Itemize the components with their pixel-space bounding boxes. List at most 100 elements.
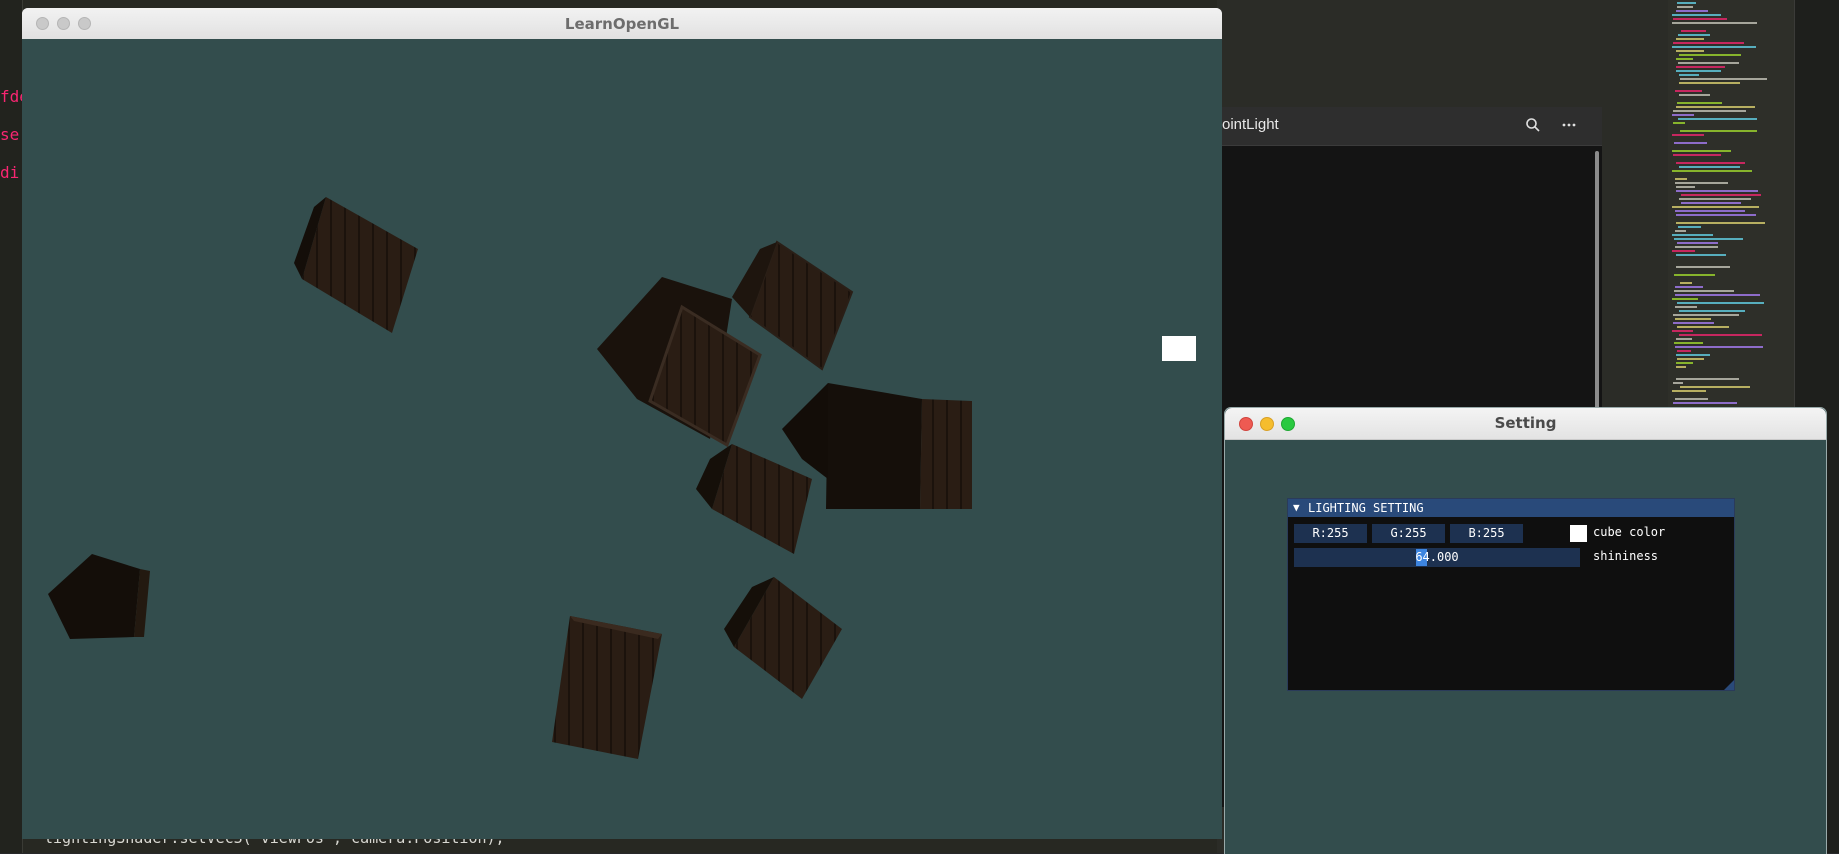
shininess-slider[interactable]: 64.000	[1294, 548, 1580, 567]
lighting-setting-header[interactable]: ▼ LIGHTING SETTING	[1288, 499, 1734, 517]
minimap-line	[1677, 102, 1722, 104]
lighting-setting-panel: ▼ LIGHTING SETTING R:255 G:255 B:255 cub…	[1287, 498, 1735, 691]
minimap-line	[1676, 354, 1710, 356]
minimap-line	[1679, 310, 1745, 312]
minimap-line	[1676, 50, 1704, 52]
minimap-line	[1673, 322, 1714, 324]
search-icon[interactable]	[1524, 117, 1542, 135]
minimap-line	[1672, 234, 1713, 236]
minimap-line	[1675, 398, 1708, 400]
minimap-line	[1675, 182, 1728, 184]
minimap-line	[1672, 330, 1693, 332]
minimap-line	[1676, 214, 1756, 216]
minimap-line	[1680, 386, 1750, 388]
minimap-line	[1678, 34, 1710, 36]
minimap-line	[1672, 150, 1731, 152]
minimap-line	[1678, 118, 1757, 120]
minimap-line	[1675, 346, 1763, 348]
minimap-line	[1679, 166, 1740, 168]
minimap-line	[1672, 390, 1706, 392]
minimap-line	[1675, 286, 1703, 288]
minimap-line	[1679, 198, 1751, 200]
minimap-line	[1681, 30, 1706, 32]
minimap-line	[1676, 38, 1704, 40]
minimap-line	[1675, 178, 1687, 180]
minimap-line	[1677, 358, 1704, 360]
setting-titlebar[interactable]: Setting	[1225, 408, 1826, 440]
minimap-line	[1674, 290, 1734, 292]
minimap-line	[1676, 162, 1745, 164]
minimap-line	[1676, 366, 1686, 368]
minimap-line	[1676, 190, 1758, 192]
minimap-line	[1677, 242, 1718, 244]
minimap-line	[1675, 306, 1697, 308]
shininess-value: 64.000	[1415, 550, 1459, 564]
minimap-line	[1676, 362, 1693, 364]
minimap-line	[1675, 230, 1686, 232]
minimap-line	[1680, 78, 1767, 80]
minimap-line	[1677, 302, 1764, 304]
minimap-line	[1679, 82, 1740, 84]
minimap-line	[1679, 334, 1762, 336]
cube-color-swatch[interactable]	[1570, 525, 1587, 542]
minimap-line	[1676, 58, 1693, 60]
minimap-line	[1676, 106, 1755, 108]
pointlight-title: ointLight	[1222, 116, 1279, 133]
crate-cube	[552, 616, 662, 759]
crate-cube	[696, 444, 812, 554]
minimap-line	[1676, 266, 1730, 268]
red-input[interactable]: R:255	[1294, 524, 1367, 543]
minimap-line	[1674, 274, 1715, 276]
setting-title: Setting	[1494, 414, 1557, 432]
minimap-line	[1672, 250, 1695, 252]
minimap-line	[1676, 378, 1739, 380]
minimap-line	[1678, 62, 1739, 64]
minimap-line	[1673, 122, 1685, 124]
minimap-line	[1676, 70, 1721, 72]
crate-cube	[724, 577, 842, 699]
minimap-line	[1672, 206, 1759, 208]
minimap-line	[1676, 186, 1695, 188]
minimap-line	[1672, 170, 1752, 172]
blue-input[interactable]: B:255	[1450, 524, 1523, 543]
minimap-line	[1675, 210, 1745, 212]
crate-cube	[597, 277, 762, 448]
minimap-line	[1680, 130, 1757, 132]
minimap-line	[1675, 318, 1711, 320]
crate-cube	[782, 383, 972, 509]
minimap-line	[1673, 42, 1744, 44]
minimap-line	[1676, 10, 1708, 12]
minimap-line	[1672, 22, 1757, 24]
crate-cube	[294, 197, 418, 333]
minimap-line	[1675, 294, 1760, 296]
minimap-line	[1672, 134, 1704, 136]
minimap-line	[1673, 110, 1746, 112]
more-icon[interactable]	[1560, 117, 1578, 135]
minimap-line	[1673, 314, 1739, 316]
minimap-line	[1675, 90, 1702, 92]
minimap-line	[1672, 46, 1756, 48]
minimap-line	[1677, 6, 1693, 8]
learnopengl-titlebar[interactable]: LearnOpenGL	[22, 8, 1222, 40]
minimap-line	[1676, 254, 1726, 256]
minimap-line	[1676, 338, 1692, 340]
minimap-line	[1677, 326, 1729, 328]
code-fragment-2: se	[0, 125, 20, 144]
learnopengl-title: LearnOpenGL	[564, 15, 680, 33]
green-input[interactable]: G:255	[1372, 524, 1445, 543]
minimap-line	[1679, 94, 1710, 96]
minimap-line	[1674, 342, 1703, 344]
resize-grip[interactable]	[1724, 680, 1734, 690]
minimap-line	[1679, 54, 1741, 56]
lighting-setting-title: LIGHTING SETTING	[1308, 501, 1424, 515]
minimap-line	[1676, 66, 1725, 68]
minimap-line	[1672, 114, 1694, 116]
opengl-viewport[interactable]	[22, 39, 1222, 839]
pointlight-scrollbar[interactable]	[1595, 151, 1599, 451]
collapse-arrow-icon[interactable]: ▼	[1293, 499, 1300, 517]
shininess-label: shininess	[1593, 549, 1659, 563]
minimap-line	[1674, 142, 1707, 144]
pointlight-header: ointLight	[1218, 107, 1602, 146]
light-source-cube-icon	[1162, 336, 1196, 361]
minimap-line	[1673, 18, 1727, 20]
